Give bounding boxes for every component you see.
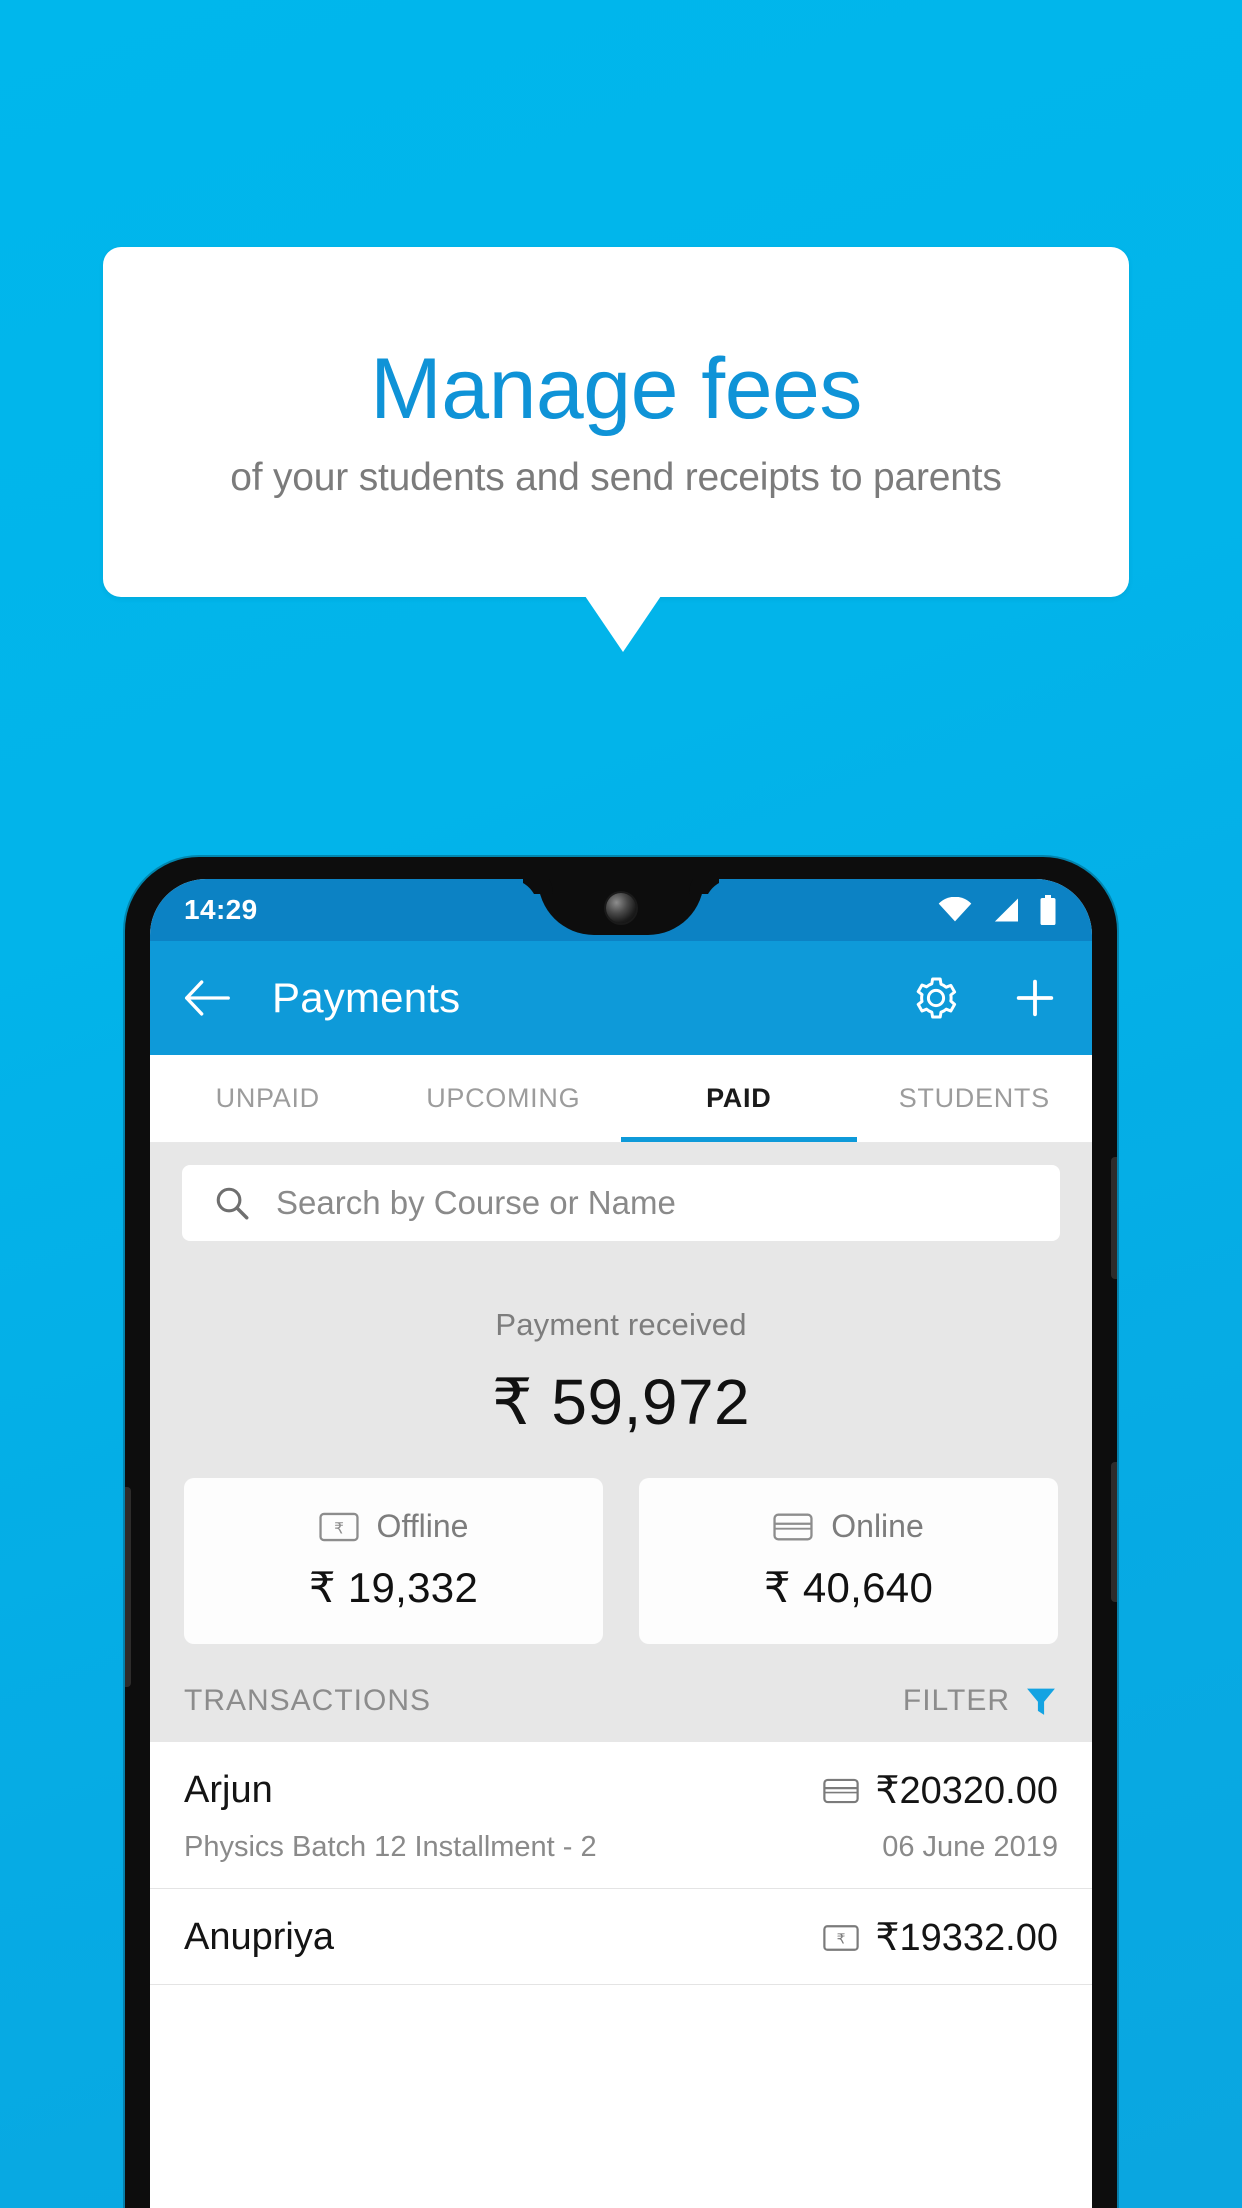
online-card[interactable]: Online ₹ 40,640	[639, 1478, 1058, 1644]
tab-unpaid[interactable]: UNPAID	[150, 1055, 386, 1142]
gear-icon[interactable]	[912, 974, 960, 1022]
table-row[interactable]: Anupriya ₹ ₹19332.00	[150, 1889, 1092, 1985]
online-card-head: Online	[639, 1508, 1058, 1545]
status-time: 14:29	[184, 894, 258, 925]
credit-card-icon	[773, 1512, 813, 1542]
phone-frame: 14:29 Payments UNPAID UPCOMING PAID STUD…	[125, 857, 1117, 2208]
offline-card-label: Offline	[376, 1508, 469, 1544]
offline-card-amount: ₹ 19,332	[308, 1564, 479, 1611]
search-placeholder: Search by Course or Name	[276, 1184, 676, 1221]
phone-screen: 14:29 Payments UNPAID UPCOMING PAID STUD…	[150, 879, 1092, 2208]
summary-amount: ₹ 59,972	[491, 1366, 751, 1438]
paid-tab-content: Search by Course or Name Payment receive…	[150, 1143, 1092, 1985]
transaction-name: Anupriya	[184, 1916, 334, 1958]
transaction-date: 06 June 2019	[882, 1831, 1058, 1863]
offline-card-head: ₹ Offline	[184, 1508, 603, 1545]
plus-icon[interactable]	[1012, 975, 1058, 1021]
filter-label: FILTER	[902, 1684, 1010, 1717]
wifi-icon	[938, 897, 972, 923]
offline-card[interactable]: ₹ Offline ₹ 19,332	[184, 1478, 603, 1644]
status-icons	[938, 895, 1058, 925]
filter-button[interactable]: FILTER	[903, 1684, 1058, 1718]
summary-label: Payment received	[495, 1307, 747, 1342]
transactions-header: TRANSACTIONS FILTER	[150, 1668, 1092, 1742]
promo-bubble-tail	[585, 596, 661, 652]
promo-subtitle: of your students and send receipts to pa…	[230, 456, 1002, 500]
search-input[interactable]: Search by Course or Name	[182, 1165, 1060, 1241]
status-bar: 14:29	[150, 879, 1092, 941]
svg-text:₹: ₹	[334, 1519, 344, 1537]
transaction-amount-group: ₹ ₹19332.00	[823, 1915, 1058, 1960]
power-button[interactable]	[1111, 1157, 1117, 1279]
arrow-left-icon[interactable]	[184, 979, 230, 1017]
volume-button[interactable]	[1111, 1462, 1117, 1602]
promo-bubble: Manage fees of your students and send re…	[103, 247, 1129, 597]
credit-card-icon	[823, 1777, 860, 1805]
transaction-amount: ₹19332.00	[875, 1917, 1058, 1959]
app-bar: Payments	[150, 941, 1092, 1055]
payment-summary: Payment received ₹ 59,972	[150, 1259, 1092, 1464]
signal-icon	[990, 897, 1020, 923]
promo-title: Manage fees	[370, 340, 862, 437]
funnel-icon	[1024, 1684, 1058, 1718]
search-container: Search by Course or Name	[150, 1143, 1092, 1259]
tab-bar: UNPAID UPCOMING PAID STUDENTS	[150, 1055, 1092, 1143]
payment-method-cards: ₹ Offline ₹ 19,332 Online ₹ 40,640	[150, 1464, 1092, 1668]
tab-upcoming[interactable]: UPCOMING	[386, 1055, 622, 1142]
battery-icon	[1038, 895, 1058, 925]
transaction-amount: ₹20320.00	[875, 1770, 1058, 1812]
transactions-list: Arjun ₹20320.00 Physics Batch 12 Install…	[150, 1742, 1092, 1985]
online-card-label: Online	[831, 1508, 924, 1544]
search-icon	[214, 1185, 250, 1221]
online-card-amount: ₹ 40,640	[763, 1564, 934, 1611]
transaction-secondary-row: Physics Batch 12 Installment - 2 06 June…	[184, 1831, 1058, 1864]
transaction-primary-row: Arjun ₹20320.00	[184, 1768, 1058, 1813]
transaction-primary-row: Anupriya ₹ ₹19332.00	[184, 1915, 1058, 1960]
page-title: Payments	[272, 974, 461, 1021]
transaction-amount-group: ₹20320.00	[823, 1768, 1058, 1813]
transaction-description: Physics Batch 12 Installment - 2	[184, 1831, 597, 1863]
tab-paid[interactable]: PAID	[621, 1055, 857, 1142]
svg-text:₹: ₹	[837, 1931, 846, 1947]
transaction-name: Arjun	[184, 1769, 273, 1811]
tab-students[interactable]: STUDENTS	[857, 1055, 1093, 1142]
cash-note-icon: ₹	[318, 1512, 359, 1542]
table-row[interactable]: Arjun ₹20320.00 Physics Batch 12 Install…	[150, 1742, 1092, 1889]
cash-note-icon: ₹	[823, 1924, 860, 1952]
front-camera	[606, 893, 636, 923]
transactions-title: TRANSACTIONS	[184, 1684, 432, 1717]
app-bar-actions	[912, 974, 1058, 1022]
left-side-button[interactable]	[125, 1487, 131, 1687]
